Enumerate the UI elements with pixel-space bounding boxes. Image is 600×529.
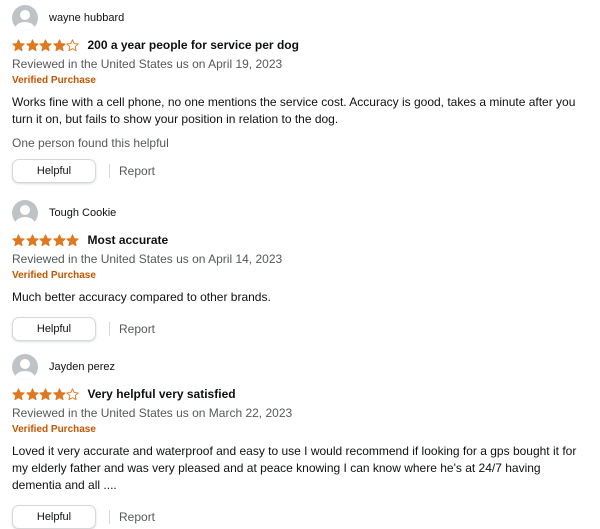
reviewer-profile[interactable]: wayne hubbard — [12, 4, 592, 32]
star-empty-icon — [66, 387, 79, 400]
reviewer-name[interactable]: wayne hubbard — [49, 12, 124, 24]
verified-purchase-badge: Verified Purchase — [12, 75, 96, 86]
review-body: Works fine with a cell phone, no one men… — [12, 95, 576, 126]
star-filled-icon — [12, 387, 25, 400]
review-title[interactable]: Most accurate — [88, 233, 169, 247]
review-body: Much better accuracy compared to other b… — [12, 290, 271, 304]
verified-purchase-badge: Verified Purchase — [12, 270, 96, 281]
avatar-icon — [12, 200, 38, 226]
star-empty-icon — [66, 38, 79, 51]
avatar-icon — [12, 5, 38, 31]
helpful-button[interactable]: Helpful — [12, 317, 96, 341]
reviewer-name[interactable]: Tough Cookie — [49, 207, 116, 219]
star-filled-icon — [25, 38, 39, 51]
star-filled-icon — [66, 233, 79, 246]
divider — [109, 322, 110, 336]
star-filled-icon — [25, 233, 39, 246]
divider — [109, 164, 110, 178]
review-card: Jayden perez Very helpful very satisfied… — [12, 353, 592, 529]
star-filled-icon — [52, 38, 66, 51]
star-filled-icon — [52, 233, 66, 246]
star-filled-icon — [39, 387, 52, 400]
divider — [109, 510, 110, 524]
star-filled-icon — [25, 387, 39, 400]
star-rating[interactable] — [12, 387, 80, 401]
review-date: Reviewed in the United States us on Apri… — [12, 57, 283, 71]
avatar-icon — [12, 354, 38, 380]
report-link[interactable]: Report — [119, 164, 155, 178]
star-filled-icon — [52, 387, 66, 400]
star-filled-icon — [12, 38, 25, 51]
star-filled-icon — [12, 233, 25, 246]
reviewer-profile[interactable]: Tough Cookie — [12, 199, 592, 227]
review-card: Tough Cookie Most accurate Reviewed in t… — [12, 199, 592, 341]
star-rating[interactable] — [12, 38, 80, 52]
review-title[interactable]: Very helpful very satisfied — [88, 387, 236, 401]
helpful-button[interactable]: Helpful — [12, 159, 96, 183]
report-link[interactable]: Report — [119, 510, 155, 524]
reviewer-profile[interactable]: Jayden perez — [12, 353, 592, 381]
verified-purchase-badge: Verified Purchase — [12, 424, 96, 435]
star-rating[interactable] — [12, 233, 80, 247]
helpful-button[interactable]: Helpful — [12, 505, 96, 529]
review-date: Reviewed in the United States us on Apri… — [12, 252, 283, 266]
star-filled-icon — [39, 233, 52, 246]
review-date: Reviewed in the United States us on Marc… — [12, 406, 293, 420]
review-body: Loved it very accurate and waterproof an… — [12, 444, 577, 492]
report-link[interactable]: Report — [119, 322, 155, 336]
review-card: wayne hubbard 200 a year people for serv… — [12, 4, 592, 183]
review-title[interactable]: 200 a year people for service per dog — [88, 38, 299, 52]
star-filled-icon — [39, 38, 52, 51]
helpful-count: One person found this helpful — [12, 136, 169, 150]
reviewer-name[interactable]: Jayden perez — [49, 361, 115, 373]
